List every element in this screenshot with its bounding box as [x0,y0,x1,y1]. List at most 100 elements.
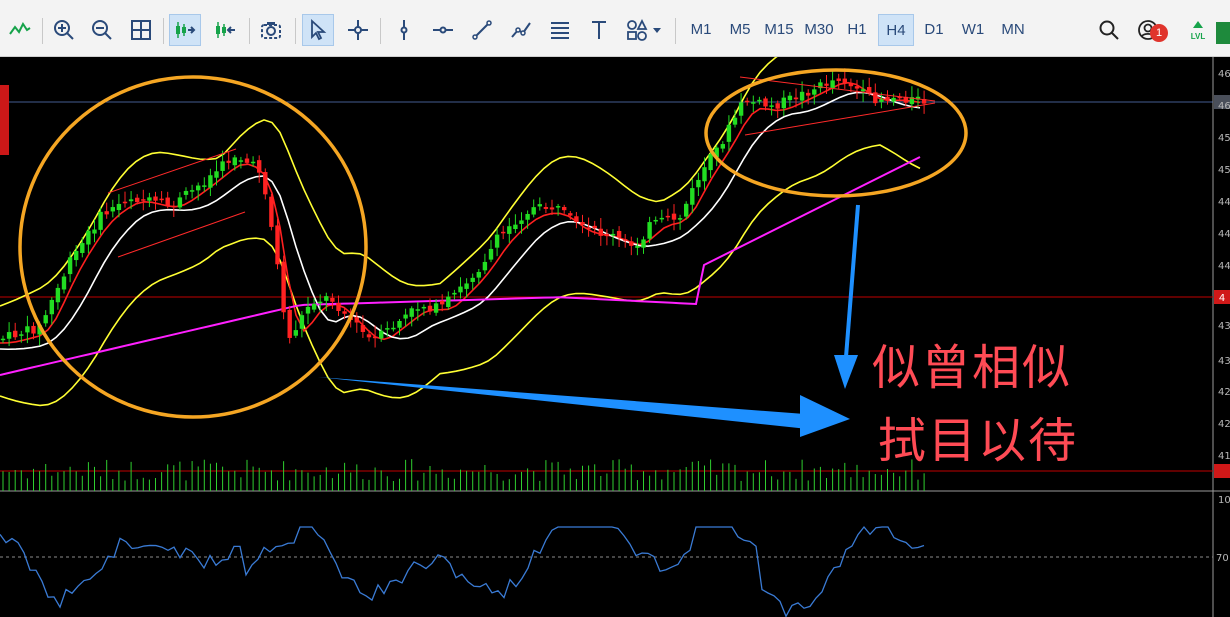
search-icon[interactable] [1093,14,1125,46]
candle-body [751,102,756,104]
candle-body [409,308,414,317]
toolbar-separator [380,18,381,44]
timeframe-m5[interactable]: M5 [722,14,758,46]
chart-type-line-icon[interactable] [4,14,36,46]
candle-body [616,230,622,238]
candle-body [342,311,347,314]
timeframe-d1[interactable]: D1 [917,14,951,46]
candle-body [31,325,36,334]
timeframe-w1[interactable]: W1 [955,14,991,46]
candle-body [562,206,567,211]
text-tool-icon[interactable] [583,14,615,46]
candle-body [574,216,579,223]
candle-body [793,97,799,100]
partial-edge-button[interactable] [1216,22,1230,44]
candle-body [49,299,54,315]
candle-body [702,167,707,182]
candle-body [25,326,30,333]
candle-body [98,211,103,230]
candle-body [623,239,628,241]
candle-body [513,224,518,230]
price-axis-label: 44 [1218,229,1230,240]
candle-body [238,160,244,162]
candle-body [440,300,445,305]
candle-body [293,330,298,336]
toolbar-separator [249,18,250,44]
candle-body [330,297,335,302]
cursor-pointer-icon[interactable] [302,14,334,46]
candle-body [592,225,597,229]
price-axis-label: 41 [1218,451,1230,462]
timeframe-h1[interactable]: H1 [840,14,874,46]
shapes-menu-icon[interactable] [622,14,666,46]
candle-body [860,89,866,92]
fibonacci-icon[interactable] [544,14,576,46]
notification-badge: 1 [1150,24,1168,42]
horizontal-line-icon[interactable] [427,14,459,46]
grid-icon[interactable] [125,14,157,46]
candle-body [141,199,146,201]
candle-body [61,276,67,290]
candle-body [879,99,884,102]
candle-body [122,201,128,204]
candle-body [391,327,396,330]
candle-body [177,197,183,208]
candle-body [458,286,463,293]
auto-scroll-icon[interactable] [169,14,201,46]
candle-body [519,220,524,224]
left-edge-tab[interactable] [0,85,9,155]
candle-body [653,219,658,222]
candle-body [598,228,603,236]
candle-body [196,185,201,191]
candle-body [854,86,860,89]
candle-body [67,257,73,275]
candle-body [586,227,591,229]
zoom-out-icon[interactable] [86,14,118,46]
candle-body [543,206,549,209]
candle-body [189,190,195,192]
timeframe-mn[interactable]: MN [994,14,1032,46]
timeframe-m15[interactable]: M15 [759,14,799,46]
price-axis-label: 44 [1218,197,1230,208]
candle-body [202,185,207,187]
zoom-in-icon[interactable] [48,14,80,46]
candle-body [128,199,134,202]
candle-body [214,171,219,178]
candle-body [171,205,176,208]
candle-body [787,95,793,101]
candle-body [726,124,732,142]
candle-body [476,271,481,278]
price-axis-label: 43 [1218,356,1230,367]
candle-body [324,296,329,301]
candle-body [220,161,225,171]
price-axis-label: 46 [1218,101,1230,112]
level-signal-icon[interactable]: LVL [1182,14,1214,46]
candle-body [732,117,738,125]
vertical-line-icon[interactable] [388,14,420,46]
candle-body [769,105,774,107]
candle-body [13,330,18,338]
candle-body [250,161,256,164]
timeframe-m1[interactable]: M1 [683,14,719,46]
candle-body [366,334,372,338]
candle-body [799,91,805,101]
screenshot-camera-icon[interactable] [255,14,287,46]
price-axis-label: 43 [1218,321,1230,332]
candle-body [531,207,536,215]
crosshair-icon[interactable] [342,14,374,46]
candle-body [525,213,530,220]
svg-text:LVL: LVL [1191,32,1206,41]
equidistant-channel-icon[interactable] [505,14,537,46]
toolbar: M1 M5 M15 M30 H1 H4 D1 W1 MN 1 LVL [0,0,1230,57]
chart-shift-icon[interactable] [209,14,241,46]
candle-body [708,154,713,171]
timeframe-h4[interactable]: H4 [878,14,914,46]
candle-body [470,277,475,282]
candle-body [257,160,262,173]
price-axis-label: 45 [1218,165,1230,176]
trendline-icon[interactable] [466,14,498,46]
candle-body [232,157,237,166]
candle-body [0,338,6,341]
timeframe-m30[interactable]: M30 [799,14,839,46]
osc-axis-label-70: 70 [1216,553,1229,564]
